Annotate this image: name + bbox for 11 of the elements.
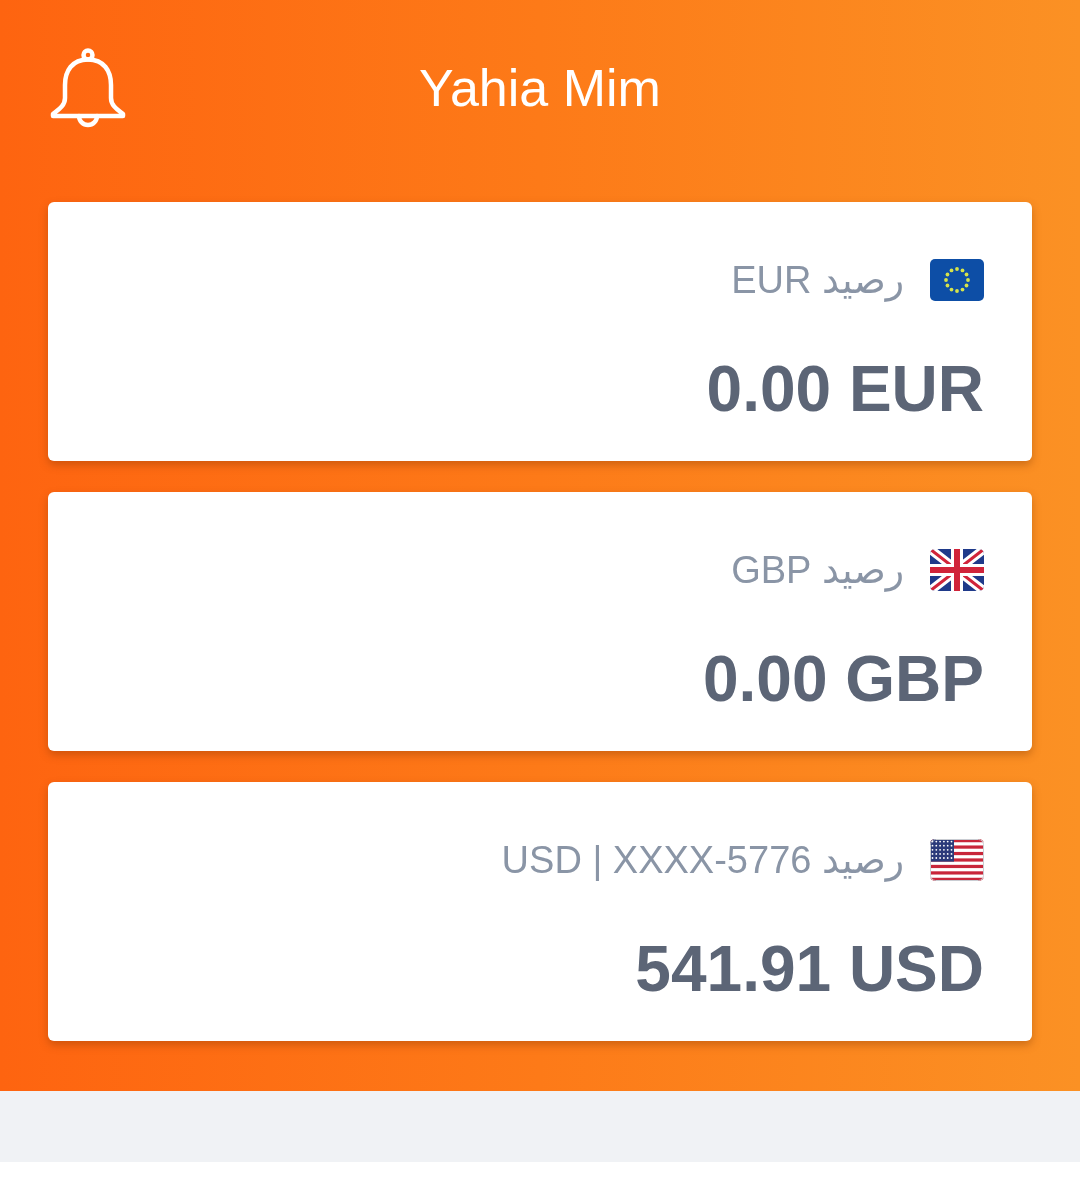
user-name-title: Yahia Mim (419, 57, 661, 119)
notification-bell-icon[interactable] (50, 48, 126, 128)
eu-flag-icon (930, 259, 984, 301)
balance-label: رصيد USD | XXXX-5776 (501, 838, 904, 882)
us-flag-icon (930, 839, 984, 881)
balance-label: رصيد EUR (731, 258, 904, 302)
balance-amount: 0.00 EUR (706, 357, 984, 421)
uk-flag-icon (930, 549, 984, 591)
balance-label: رصيد GBP (731, 548, 904, 592)
balance-amount: 0.00 GBP (702, 647, 984, 711)
balance-amount: 541.91 USD (635, 937, 984, 1001)
